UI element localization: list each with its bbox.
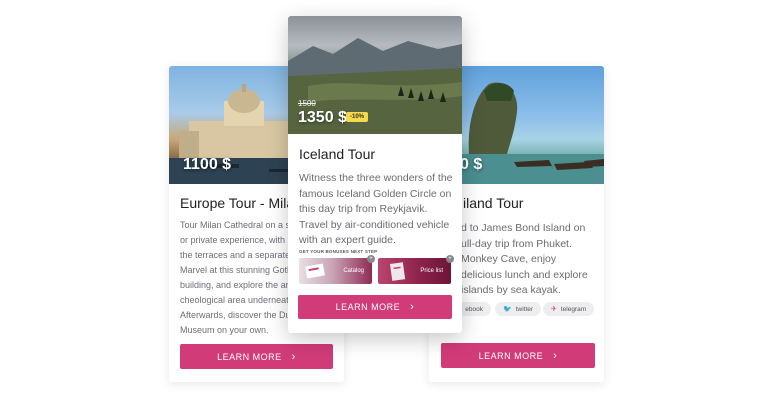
desc-line: delicious lunch and explore: [461, 268, 588, 281]
desc-line: ull-day trip from Phuket.: [461, 237, 572, 250]
twitter-icon: 🐦: [503, 306, 512, 313]
facebook-label: ebook: [465, 305, 483, 313]
catalog-label: Catalog: [343, 268, 364, 274]
desc-line: islands by sea kayak.: [461, 284, 561, 296]
add-icon: +: [446, 255, 454, 263]
desc-line: famous Iceland Golden Circle on: [299, 187, 452, 200]
catalog-bonus-tile[interactable]: Catalog +: [299, 255, 375, 284]
price-list-label: Price list: [420, 268, 443, 274]
iceland-tour-title: Iceland Tour: [299, 146, 376, 162]
iceland-tour-learn-more-button[interactable]: LEARN MORE ›: [298, 295, 452, 319]
europe-tour-title: Europe Tour - Mila: [180, 195, 295, 211]
chevron-right-icon: ›: [291, 350, 296, 363]
twitter-label: twitter: [515, 305, 534, 313]
thailand-tour-learn-more-button[interactable]: LEARN MORE ›: [441, 343, 595, 368]
catalog-thumbnail-icon: [305, 263, 325, 279]
desc-line: Witness the three wonders of the: [299, 172, 453, 184]
iceland-tour-image: 1500 1350 $ -10%: [288, 16, 462, 134]
telegram-label: telegram: [560, 305, 587, 313]
europe-tour-learn-more-button[interactable]: LEARN MORE ›: [180, 344, 333, 369]
desc-line: this day trip from Reykjavik.: [299, 203, 428, 215]
price-list-bonus-tile[interactable]: Price list +: [378, 255, 454, 284]
twitter-share-button[interactable]: 🐦 twitter: [495, 302, 542, 316]
iceland-tour-card: 1500 1350 $ -10% Iceland Tour Witness th…: [288, 16, 462, 333]
thailand-tour-price: 0 $: [460, 156, 483, 173]
bonus-section-label: GET YOUR BONUSES NEXT STEP: [299, 249, 378, 254]
iceland-tour-description: Witness the three wonders of the famous …: [299, 171, 459, 249]
thailand-tour-description: d to James Bond Island on ull-day trip f…: [461, 221, 601, 299]
chevron-right-icon: ›: [553, 349, 558, 362]
button-label: LEARN MORE: [217, 351, 282, 362]
desc-line: d to James Bond Island on: [461, 222, 586, 234]
europe-tour-price: 1100 $: [183, 156, 232, 173]
button-label: LEARN MORE: [478, 350, 544, 361]
chevron-right-icon: ›: [410, 301, 415, 313]
desc-line: with an expert guide.: [299, 234, 396, 246]
iceland-tour-price: 1350 $: [298, 109, 347, 126]
desc-line: Monkey Cave, enjoy: [461, 253, 557, 265]
telegram-share-button[interactable]: ✈ telegram: [543, 302, 595, 316]
button-label: LEARN MORE: [335, 302, 401, 312]
discount-badge: -10%: [346, 112, 369, 122]
iceland-tour-old-price: 1500: [298, 99, 316, 108]
tour-cards-stage: 1100 $ Europe Tour - Mila Tour Milan Cat…: [0, 0, 770, 399]
telegram-icon: ✈: [551, 306, 557, 313]
desc-line: Travel by air-conditioned vehicle: [299, 218, 450, 231]
add-icon: +: [367, 255, 375, 263]
thailand-tour-title: iland Tour: [463, 195, 524, 211]
price-list-thumbnail-icon: [389, 262, 406, 281]
